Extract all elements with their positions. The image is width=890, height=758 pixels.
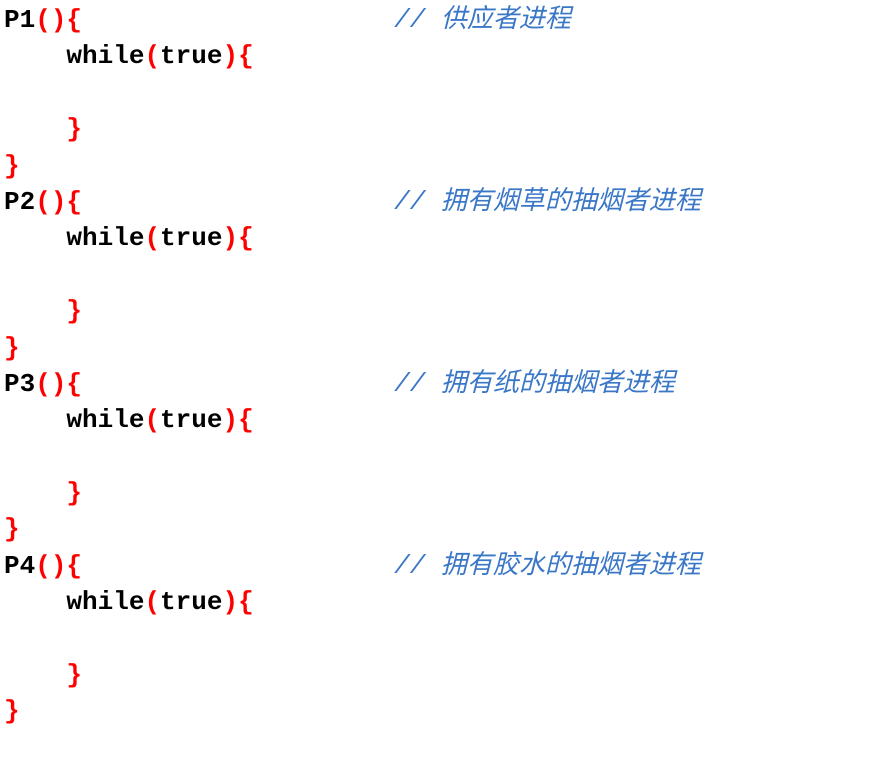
- code-line: while(true){: [4, 584, 890, 620]
- code-line: P1(){ // 供应者进程: [4, 2, 890, 38]
- code-line: }: [4, 693, 890, 729]
- code-token: (: [144, 41, 160, 71]
- code-token: // 拥有烟草的抽烟者进程: [394, 187, 701, 217]
- code-token: P4: [4, 551, 35, 581]
- code-token: }: [66, 296, 82, 326]
- code-token: while: [66, 41, 144, 71]
- code-token: (){: [35, 369, 82, 399]
- code-token: true: [160, 223, 222, 253]
- code-line: while(true){: [4, 38, 890, 74]
- code-token: [4, 78, 20, 108]
- code-token: [82, 551, 394, 581]
- code-token: }: [66, 478, 82, 508]
- code-token: [4, 296, 66, 326]
- code-token: [4, 478, 66, 508]
- code-token: [4, 405, 66, 435]
- code-token: [82, 5, 394, 35]
- code-token: ){: [222, 41, 253, 71]
- code-line: P2(){ // 拥有烟草的抽烟者进程: [4, 184, 890, 220]
- code-line: }: [4, 330, 890, 366]
- code-token: // 拥有胶水的抽烟者进程: [394, 551, 701, 581]
- code-token: }: [66, 114, 82, 144]
- code-token: [82, 187, 394, 217]
- code-line: }: [4, 657, 890, 693]
- code-line: [4, 257, 890, 293]
- code-token: }: [4, 514, 20, 544]
- code-token: [4, 587, 66, 617]
- code-token: // 拥有纸的抽烟者进程: [394, 369, 675, 399]
- code-token: [4, 660, 66, 690]
- code-token: (: [144, 587, 160, 617]
- code-line: }: [4, 148, 890, 184]
- code-token: }: [66, 660, 82, 690]
- code-token: // 供应者进程: [394, 5, 571, 35]
- code-token: P2: [4, 187, 35, 217]
- code-line: P3(){ // 拥有纸的抽烟者进程: [4, 366, 890, 402]
- code-token: }: [4, 696, 20, 726]
- code-token: [4, 223, 66, 253]
- code-line: }: [4, 111, 890, 147]
- code-token: [4, 260, 20, 290]
- code-line: [4, 621, 890, 657]
- code-token: true: [160, 41, 222, 71]
- code-token: (){: [35, 551, 82, 581]
- code-token: [4, 41, 66, 71]
- code-line: }: [4, 293, 890, 329]
- code-token: [4, 624, 20, 654]
- code-token: [4, 114, 66, 144]
- code-token: (: [144, 405, 160, 435]
- code-line: while(true){: [4, 220, 890, 256]
- code-line: [4, 439, 890, 475]
- code-token: while: [66, 587, 144, 617]
- code-line: }: [4, 511, 890, 547]
- code-token: P1: [4, 5, 35, 35]
- code-line: P4(){ // 拥有胶水的抽烟者进程: [4, 548, 890, 584]
- code-block: P1(){ // 供应者进程 while(true){ }}P2(){ // 拥…: [4, 2, 890, 730]
- code-token: (){: [35, 187, 82, 217]
- code-token: }: [4, 333, 20, 363]
- code-token: P3: [4, 369, 35, 399]
- code-token: [82, 369, 394, 399]
- code-token: [4, 442, 20, 472]
- code-line: [4, 75, 890, 111]
- code-token: while: [66, 405, 144, 435]
- code-line: while(true){: [4, 402, 890, 438]
- code-token: ){: [222, 223, 253, 253]
- code-token: (){: [35, 5, 82, 35]
- code-token: ){: [222, 587, 253, 617]
- code-line: }: [4, 475, 890, 511]
- code-token: while: [66, 223, 144, 253]
- code-token: true: [160, 587, 222, 617]
- code-token: (: [144, 223, 160, 253]
- code-token: ){: [222, 405, 253, 435]
- code-token: true: [160, 405, 222, 435]
- code-token: }: [4, 151, 20, 181]
